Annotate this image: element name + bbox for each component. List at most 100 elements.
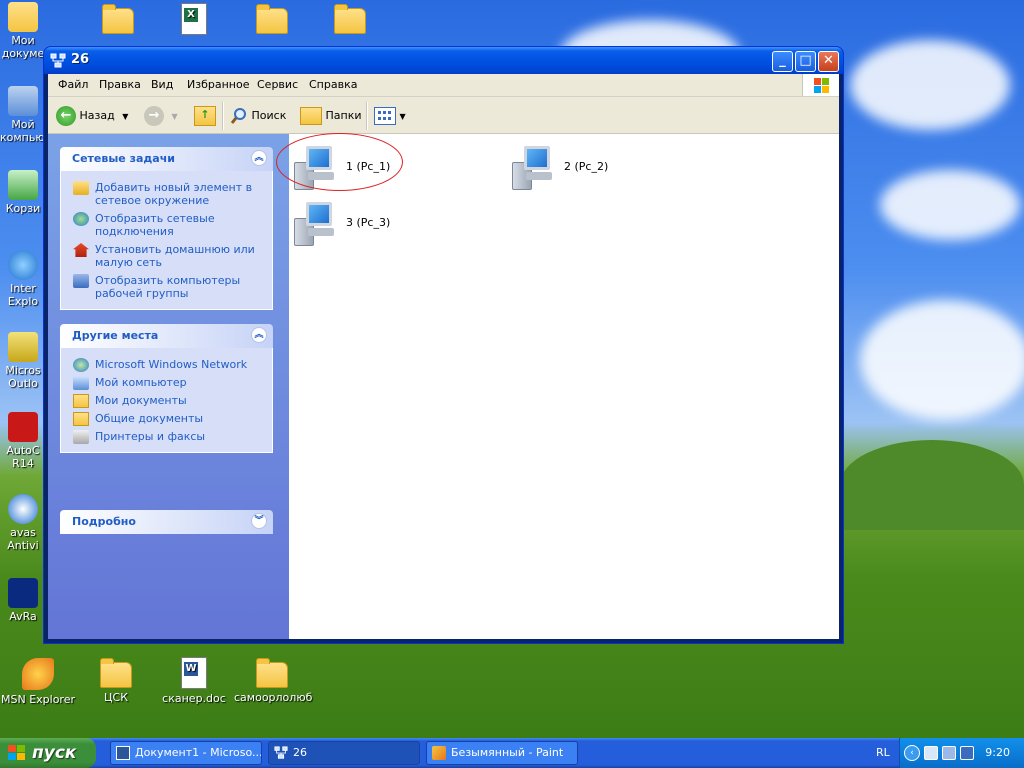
menu-bar: Файл Правка Вид Избранное Сервис Справка	[48, 74, 839, 97]
recycle-bin-icon	[8, 170, 38, 200]
collapse-icon[interactable]: ︽	[251, 150, 267, 166]
folder-icon	[102, 4, 134, 34]
toolbar-separator	[366, 102, 368, 130]
folder-icon	[334, 4, 366, 34]
desktop-icon-csk-folder[interactable]: ЦСК	[78, 658, 154, 704]
desktop-icon-my-documents[interactable]: Мои докуме	[0, 2, 46, 60]
clock: 9:20	[985, 746, 1010, 759]
content-pane: 1 (Pc_1) 2 (Pc_2) 3 (Pc_3)	[289, 134, 839, 639]
window-body: Файл Правка Вид Избранное Сервис Справка…	[48, 74, 839, 639]
taskbar-item-paint[interactable]: Безымянный - Paint	[426, 741, 578, 765]
taskbar-item-word[interactable]: Документ1 - Microso...	[110, 741, 262, 765]
explorer-window: 26 _ □ ✕ Файл Правка Вид Избранное Серви…	[44, 47, 843, 643]
task-add-network-place[interactable]: Добавить новый элемент в сетевое окружен…	[61, 179, 272, 210]
volume-icon[interactable]	[960, 746, 974, 760]
up-folder-icon: ↑	[194, 106, 216, 126]
desktop-excel-file[interactable]: X	[156, 2, 232, 38]
menu-view[interactable]: Вид	[151, 78, 173, 91]
other-places-body: Microsoft Windows Network Мой компьютер …	[60, 348, 273, 453]
computer-icon	[294, 200, 334, 246]
desktop-folder[interactable]	[312, 4, 388, 37]
add-network-place-icon	[73, 181, 89, 195]
views-icon	[374, 107, 396, 125]
folder-icon	[256, 4, 288, 34]
show-hidden-icons-button[interactable]: ‹	[904, 745, 920, 761]
desktop-folder[interactable]	[234, 4, 310, 37]
desktop-icon-internet-explorer[interactable]: Inter Explo	[0, 250, 46, 308]
views-button[interactable]: ▼	[374, 105, 406, 127]
chevron-down-icon: ▼	[122, 112, 129, 121]
back-button[interactable]: ← Назад ▼	[56, 105, 128, 127]
collapse-icon[interactable]: ︽	[251, 327, 267, 343]
place-my-computer[interactable]: Мой компьютер	[61, 374, 272, 392]
computer-icon	[512, 144, 552, 190]
search-icon	[230, 107, 248, 125]
place-my-documents[interactable]: Мои документы	[61, 392, 272, 410]
window-title: 26	[71, 52, 90, 67]
details-panel: Подробно ︾	[60, 510, 273, 534]
forward-arrow-icon: →	[144, 106, 164, 126]
cloud	[880, 170, 1020, 240]
maximize-button[interactable]: □	[795, 51, 816, 72]
desktop-icon-my-computer[interactable]: Мой компьют	[0, 86, 46, 144]
desktop-icon-scanner-doc[interactable]: W сканер.doc	[156, 656, 232, 705]
expand-icon[interactable]: ︾	[251, 513, 267, 529]
place-printers-and-faxes[interactable]: Принтеры и факсы	[61, 428, 272, 446]
desktop-icon-recycle-bin[interactable]: Корзи	[0, 170, 46, 215]
desktop-icon-outlook[interactable]: Micros Outlo	[0, 332, 46, 390]
paint-icon	[432, 746, 446, 760]
maximize-icon: □	[799, 53, 812, 68]
menu-edit[interactable]: Правка	[99, 78, 141, 91]
menu-file[interactable]: Файл	[58, 78, 88, 91]
up-folder-button[interactable]: ↑	[194, 105, 216, 127]
highlight-ellipse	[276, 133, 403, 191]
windows-logo-icon	[8, 745, 26, 761]
language-indicator[interactable]: RL	[876, 746, 890, 759]
folders-icon	[300, 107, 322, 125]
other-places-header[interactable]: Другие места ︽	[60, 324, 273, 348]
tray-icon[interactable]	[924, 746, 938, 760]
computer-item[interactable]: 3 (Pc_3)	[294, 200, 494, 250]
taskbar-item-explorer[interactable]: 26	[268, 741, 420, 765]
desktop-icon-avra[interactable]: AvRa	[0, 578, 46, 623]
desktop-icon-autocad[interactable]: AutoC R14	[0, 412, 46, 470]
title-bar[interactable]: 26 _ □ ✕	[44, 47, 843, 74]
my-computer-icon	[8, 86, 38, 116]
computer-item[interactable]: 2 (Pc_2)	[512, 144, 712, 194]
close-button[interactable]: ✕	[818, 51, 839, 72]
network-tasks-header[interactable]: Сетевые задачи ︽	[60, 147, 273, 171]
other-places-panel: Другие места ︽ Microsoft Windows Network…	[60, 324, 273, 453]
excel-document-icon: X	[181, 3, 207, 35]
menu-favorites[interactable]: Избранное	[187, 78, 249, 91]
my-documents-icon	[8, 2, 38, 32]
network-icon	[50, 53, 66, 69]
internet-explorer-icon	[8, 250, 38, 280]
minimize-button[interactable]: _	[772, 51, 793, 72]
place-microsoft-windows-network[interactable]: Microsoft Windows Network	[61, 356, 272, 374]
task-view-workgroup-computers[interactable]: Отобразить компьютеры рабочей группы	[61, 272, 272, 303]
desktop-folder[interactable]	[80, 4, 156, 37]
desktop-icon-folder[interactable]: самоорлолюб	[234, 658, 312, 704]
network-icon	[274, 746, 288, 760]
desktop-icon-msn-explorer[interactable]: MSN Explorer	[0, 658, 76, 706]
place-shared-documents[interactable]: Общие документы	[61, 410, 272, 428]
my-computer-icon	[73, 376, 89, 390]
network-tray-icon[interactable]	[942, 746, 956, 760]
task-view-network-connections[interactable]: Отобразить сетевые подключения	[61, 210, 272, 241]
forward-button[interactable]: → ▼	[144, 105, 178, 127]
toolbar: ← Назад ▼ → ▼ ↑ Поиск Папки ▼	[48, 97, 839, 134]
avra-icon	[8, 578, 38, 608]
avast-icon	[8, 494, 38, 524]
menu-help[interactable]: Справка	[309, 78, 357, 91]
cloud	[860, 300, 1024, 420]
folders-button[interactable]: Папки	[300, 105, 362, 127]
task-setup-home-network[interactable]: Установить домашнюю или малую сеть	[61, 241, 272, 272]
desktop-icon-avast[interactable]: avas Antivi	[0, 494, 46, 552]
details-header[interactable]: Подробно ︾	[60, 510, 273, 534]
start-button[interactable]: пуск	[0, 738, 96, 768]
folder-icon	[256, 658, 288, 688]
menu-tools[interactable]: Сервис	[257, 78, 298, 91]
toolbar-separator	[222, 102, 224, 130]
windows-logo-icon	[802, 74, 839, 96]
search-button[interactable]: Поиск	[230, 105, 286, 127]
